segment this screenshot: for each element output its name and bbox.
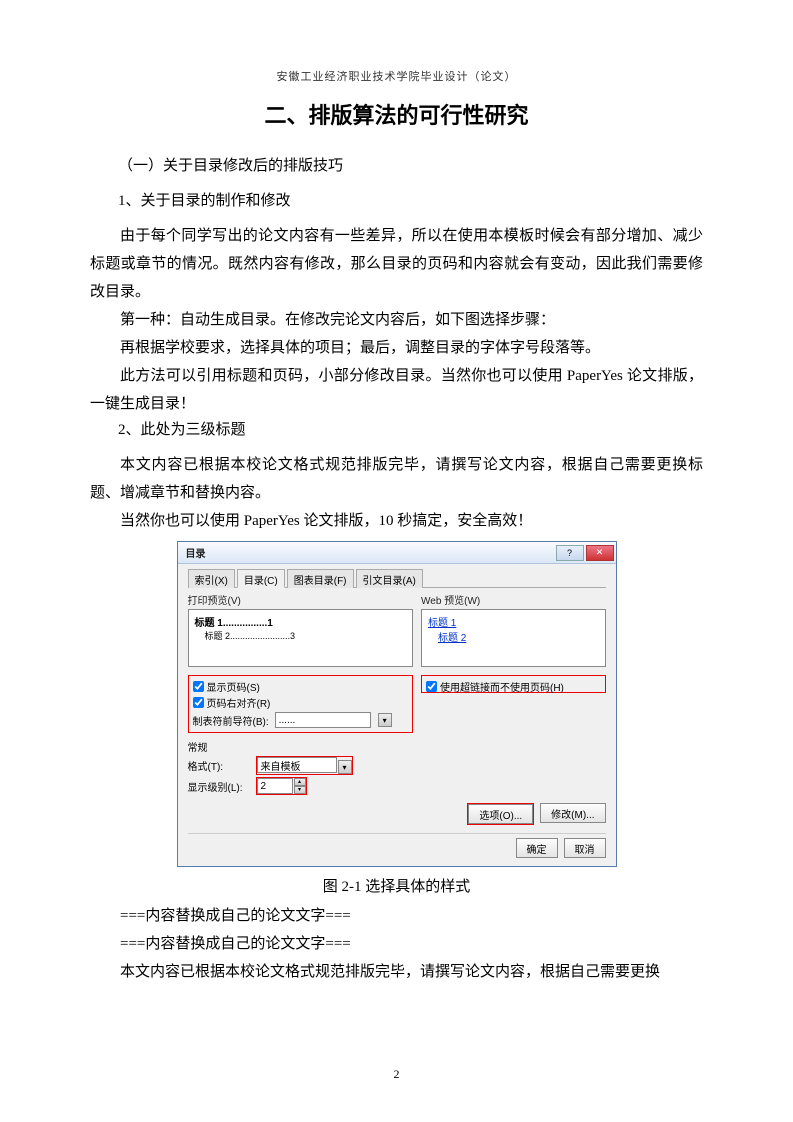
tab-index[interactable]: 索引(X): [188, 569, 235, 588]
right-align-checkbox[interactable]: [193, 697, 204, 708]
dropdown-icon[interactable]: ▾: [378, 713, 392, 727]
tab-row: 索引(X) 目录(C) 图表目录(F) 引文目录(A): [188, 568, 606, 588]
normal-section-label: 常规: [188, 739, 606, 754]
dropdown-icon[interactable]: ▾: [338, 760, 352, 774]
spinner-up-icon[interactable]: ▴: [294, 778, 306, 786]
paragraph: 再根据学校要求，选择具体的项目；最后，调整目录的字体字号段落等。: [90, 334, 703, 362]
dialog-titlebar: 目录 ? ✕: [178, 542, 616, 564]
checkbox-label: 使用超链接而不使用页码(H): [440, 679, 564, 694]
paragraph: 第一种：自动生成目录。在修改完论文内容后，如下图选择步骤：: [90, 306, 703, 334]
page-number: 2: [0, 1067, 793, 1082]
placeholder-text: ===内容替换成自己的论文文字===: [90, 930, 703, 958]
subsection-1: （一）关于目录修改后的排版技巧: [118, 154, 703, 175]
format-label: 格式(T):: [188, 758, 248, 773]
running-header: 安徽工业经济职业技术学院毕业设计（论文）: [90, 68, 703, 84]
subsection-1-1: 1、关于目录的制作和修改: [118, 189, 703, 210]
preview-link[interactable]: 标题 1: [428, 618, 456, 629]
paragraph: 此方法可以引用标题和页码，小部分修改目录。当然你也可以使用 PaperYes 论…: [90, 362, 703, 418]
toc-dialog: 目录 ? ✕ 索引(X) 目录(C) 图表目录(F) 引文目录(A) 打印预览(…: [177, 541, 617, 867]
show-pagenum-checkbox[interactable]: [193, 681, 204, 692]
section-title: 二、排版算法的可行性研究: [90, 98, 703, 130]
print-preview-label: 打印预览(V): [188, 592, 414, 607]
leader-select[interactable]: ......: [275, 712, 371, 728]
print-preview-box: 标题 1................1 标题 2..............…: [188, 609, 414, 667]
dialog-title: 目录: [186, 545, 554, 560]
subsection-1-2: 2、此处为三级标题: [118, 418, 703, 439]
paragraph: 由于每个同学写出的论文内容有一些差异，所以在使用本模板时候会有部分增加、减少标题…: [90, 222, 703, 306]
preview-line: 标题 1................1: [195, 614, 407, 629]
dialog-screenshot: 目录 ? ✕ 索引(X) 目录(C) 图表目录(F) 引文目录(A) 打印预览(…: [90, 541, 703, 867]
preview-line: 标题 2........................3: [205, 629, 407, 642]
leader-label: 制表符前导符(B):: [193, 713, 269, 728]
levels-spinner[interactable]: 2 ▴▾: [257, 778, 306, 794]
format-select[interactable]: 来自模板: [257, 757, 337, 773]
spinner-down-icon[interactable]: ▾: [294, 786, 306, 794]
checkbox-label: 页码右对齐(R): [207, 695, 271, 710]
paragraph: 本文内容已根据本校论文格式规范排版完毕，请撰写论文内容，根据自己需要更换标题、增…: [90, 451, 703, 507]
paragraph: 本文内容已根据本校论文格式规范排版完毕，请撰写论文内容，根据自己需要更换: [90, 958, 703, 986]
paragraph: 当然你也可以使用 PaperYes 论文排版，10 秒搞定，安全高效！: [90, 507, 703, 535]
hyperlink-checkbox[interactable]: [426, 681, 437, 692]
ok-button[interactable]: 确定: [516, 838, 558, 858]
levels-label: 显示级别(L):: [188, 779, 248, 794]
help-button[interactable]: ?: [556, 545, 584, 561]
web-preview-label: Web 预览(W): [421, 592, 606, 607]
close-button[interactable]: ✕: [586, 545, 614, 561]
preview-link[interactable]: 标题 2: [438, 633, 466, 644]
web-preview-box: 标题 1 标题 2: [421, 609, 606, 667]
tab-toc[interactable]: 目录(C): [237, 569, 285, 588]
tab-figures[interactable]: 图表目录(F): [287, 569, 354, 588]
tab-citations[interactable]: 引文目录(A): [356, 569, 423, 588]
levels-value[interactable]: 2: [257, 778, 293, 794]
cancel-button[interactable]: 取消: [564, 838, 606, 858]
checkbox-label: 显示页码(S): [207, 679, 260, 694]
modify-button[interactable]: 修改(M)...: [540, 803, 605, 823]
options-button[interactable]: 选项(O)...: [468, 804, 533, 824]
placeholder-text: ===内容替换成自己的论文文字===: [90, 902, 703, 930]
figure-caption: 图 2-1 选择具体的样式: [90, 875, 703, 896]
